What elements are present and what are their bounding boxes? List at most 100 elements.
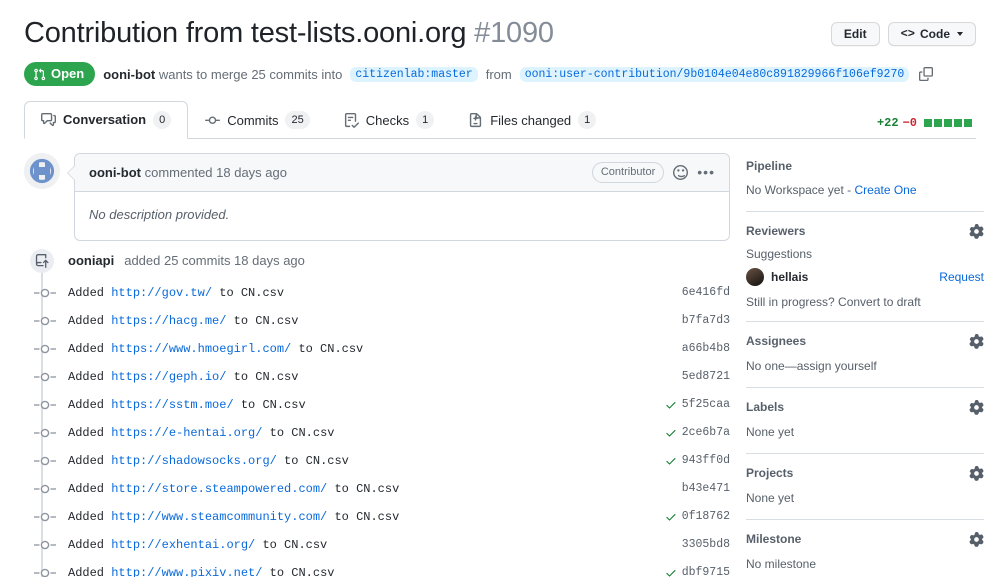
commits-timeline: ooniapi added 25 commits 18 days ago Add… <box>24 243 730 577</box>
git-pull-request-icon <box>34 68 46 80</box>
title-row: Contribution from test-lists.ooni.org #1… <box>24 16 976 50</box>
commit-row[interactable]: Added http://shadowsocks.org/ to CN.csv 9… <box>34 447 730 475</box>
reviewer-avatar[interactable] <box>746 267 764 286</box>
assignees-title: Assignees <box>746 334 807 349</box>
commit-message: Added http://store.steampowered.com/ to … <box>68 482 682 496</box>
pipeline-text: No Workspace yet - <box>746 182 852 197</box>
timeline-header: ooniapi added 25 commits 18 days ago <box>24 243 730 279</box>
copy-icon[interactable] <box>917 65 935 83</box>
pr-header: Contribution from test-lists.ooni.org #1… <box>0 0 1000 139</box>
commit-sha[interactable]: 2ce6b7a <box>682 426 730 439</box>
head-branch-chip[interactable]: ooni:user-contribution/9b0104e04e80c8918… <box>519 66 910 82</box>
commit-meta: 5f25caa <box>665 398 730 411</box>
check-success-icon[interactable] <box>665 427 677 439</box>
commit-sha[interactable]: 5f25caa <box>682 398 730 411</box>
comment-author[interactable]: ooni-bot <box>89 165 141 180</box>
base-branch-chip[interactable]: citizenlab:master <box>350 66 478 82</box>
reviewer-name[interactable]: hellais <box>771 270 808 284</box>
code-button[interactable]: <> Code <box>887 22 976 46</box>
tab-checks-label: Checks <box>365 112 410 128</box>
pipeline-header: Pipeline <box>746 159 984 173</box>
pr-sidebar: Pipeline No Workspace yet - Create One R… <box>746 153 984 577</box>
commit-meta: 0f18762 <box>665 510 730 523</box>
smiley-icon[interactable] <box>673 164 689 180</box>
tab-commits-count: 25 <box>285 111 310 130</box>
commit-node-icon <box>34 398 56 412</box>
diff-block <box>964 118 972 127</box>
commit-node-icon <box>34 538 56 552</box>
commit-url-link[interactable]: http://www.steamcommunity.com/ <box>111 510 327 524</box>
commit-sha[interactable]: b43e471 <box>682 482 730 495</box>
commit-node-icon <box>34 426 56 440</box>
commit-message: Added http://gov.tw/ to CN.csv <box>68 286 682 300</box>
commit-sha[interactable]: dbf9715 <box>682 566 730 577</box>
commit-sha[interactable]: b7fa7d3 <box>682 314 730 327</box>
repo-push-icon <box>30 248 54 273</box>
kebab-horizontal-icon[interactable]: ••• <box>697 165 715 179</box>
commit-sha[interactable]: 0f18762 <box>682 510 730 523</box>
commit-message-prefix: Added <box>68 341 112 356</box>
check-success-icon[interactable] <box>665 567 677 577</box>
check-success-icon[interactable] <box>665 511 677 523</box>
commit-sha[interactable]: 5ed8721 <box>682 370 730 383</box>
tab-files-changed[interactable]: Files changed 1 <box>451 101 613 139</box>
commit-sha[interactable]: a66b4b8 <box>682 342 730 355</box>
gear-icon[interactable] <box>969 223 984 239</box>
timeline-action: added 25 commits 18 days ago <box>124 253 305 269</box>
commit-node-icon <box>34 454 56 468</box>
commit-row[interactable]: Added http://gov.tw/ to CN.csv 6e416fd <box>34 279 730 307</box>
commit-url-link[interactable]: https://hacg.me/ <box>111 314 226 328</box>
commit-url-link[interactable]: https://sstm.moe/ <box>111 398 233 412</box>
git-commit-icon <box>205 113 221 128</box>
convert-to-draft-note[interactable]: Still in progress? Convert to draft <box>746 295 984 309</box>
commit-row[interactable]: Added https://hacg.me/ to CN.csv b7fa7d3 <box>34 307 730 335</box>
merge-summary: ooni-bot wants to merge 25 commits into <box>103 67 342 82</box>
comment-timestamp: commented 18 days ago <box>144 164 287 180</box>
gear-icon[interactable] <box>969 531 984 547</box>
commit-row[interactable]: Added https://www.hmoegirl.com/ to CN.cs… <box>34 335 730 363</box>
gear-icon[interactable] <box>969 465 984 481</box>
commit-row[interactable]: Added https://e-hentai.org/ to CN.csv 2ce… <box>34 419 730 447</box>
tab-commits[interactable]: Commits 25 <box>188 101 327 139</box>
create-workspace-link[interactable]: Create One <box>855 183 917 197</box>
commit-url-link[interactable]: http://shadowsocks.org/ <box>111 454 277 468</box>
commit-row[interactable]: Added https://sstm.moe/ to CN.csv 5f25caa <box>34 391 730 419</box>
tab-checks-count: 1 <box>416 111 435 130</box>
chevron-down-icon <box>957 32 963 36</box>
commit-url-link[interactable]: http://gov.tw/ <box>111 286 212 300</box>
gear-icon[interactable] <box>969 333 984 349</box>
commit-url-link[interactable]: https://www.hmoegirl.com/ <box>111 342 291 356</box>
commit-sha[interactable]: 3305bd8 <box>682 538 730 551</box>
commit-row[interactable]: Added http://www.steamcommunity.com/ to … <box>34 503 730 531</box>
assignees-body[interactable]: No one—assign yourself <box>746 357 984 375</box>
check-success-icon[interactable] <box>665 399 677 411</box>
avatar[interactable] <box>24 152 60 189</box>
pipeline-title: Pipeline <box>746 158 793 173</box>
tab-conversation[interactable]: Conversation 0 <box>24 100 189 139</box>
commit-meta: 2ce6b7a <box>665 426 730 439</box>
tab-commits-label: Commits <box>227 112 279 128</box>
gear-icon[interactable] <box>969 399 984 415</box>
timeline-actor-name[interactable]: ooniapi <box>68 253 114 268</box>
commit-sha[interactable]: 6e416fd <box>682 286 730 299</box>
commit-row[interactable]: Added http://exhentai.org/ to CN.csv 3305… <box>34 531 730 559</box>
pr-description-comment: ooni-bot commented 18 days ago Contribut… <box>24 152 730 241</box>
commit-meta: 6e416fd <box>682 286 730 299</box>
check-success-icon[interactable] <box>665 455 677 467</box>
pr-status-row: Open ooni-bot wants to merge 25 commits … <box>24 62 976 86</box>
commit-url-link[interactable]: http://exhentai.org/ <box>111 538 255 552</box>
edit-button[interactable]: Edit <box>830 22 880 46</box>
pull-request-page: Contribution from test-lists.ooni.org #1… <box>0 0 1000 577</box>
commit-sha[interactable]: 943ff0d <box>682 454 730 467</box>
commit-url-link[interactable]: http://store.steampowered.com/ <box>111 482 327 496</box>
commit-url-link[interactable]: https://geph.io/ <box>111 370 226 384</box>
commit-row[interactable]: Added http://store.steampowered.com/ to … <box>34 475 730 503</box>
page-title: Contribution from test-lists.ooni.org #1… <box>24 16 554 50</box>
commit-url-link[interactable]: https://e-hentai.org/ <box>111 426 262 440</box>
code-button-label: Code <box>920 27 950 41</box>
commit-row[interactable]: Added https://geph.io/ to CN.csv 5ed8721 <box>34 363 730 391</box>
tab-checks[interactable]: Checks 1 <box>327 101 451 139</box>
commit-url-link[interactable]: http://www.pixiv.net/ <box>111 566 262 577</box>
commit-row[interactable]: Added http://www.pixiv.net/ to CN.csv dbf… <box>34 559 730 577</box>
request-review-link[interactable]: Request <box>939 270 984 284</box>
